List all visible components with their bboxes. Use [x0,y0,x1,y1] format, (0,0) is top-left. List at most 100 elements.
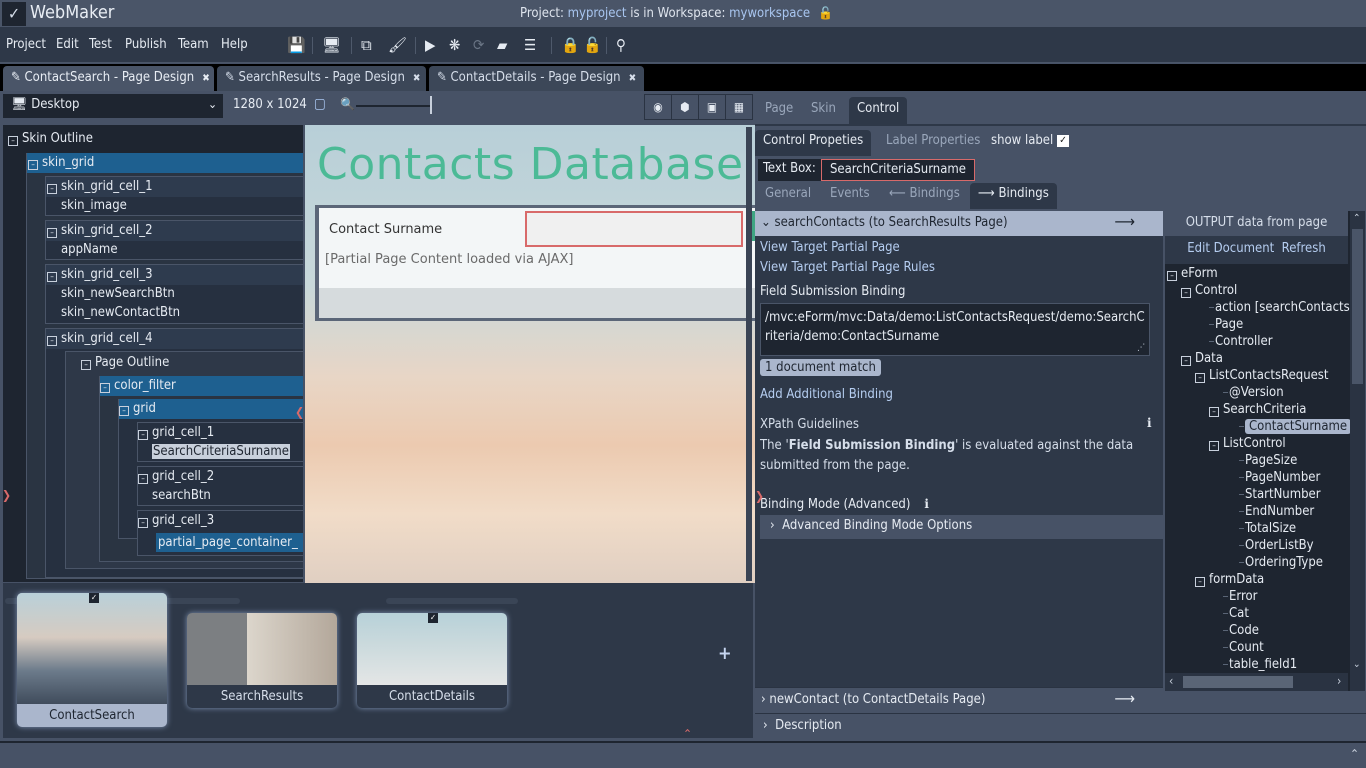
collapse-icon[interactable]: – [1181,356,1191,366]
outline-root[interactable]: – Skin Outline [8,131,93,146]
collapse-icon[interactable]: – [100,383,110,393]
contact-surname-label[interactable]: Contact Surname [329,222,442,237]
server-icon[interactable]: ☰ [524,36,536,54]
edit-document-button[interactable]: Edit Document [1187,241,1274,256]
grid-label[interactable]: – grid [119,401,156,416]
show-label-checkbox[interactable]: ✓ [1057,135,1069,147]
bug-icon[interactable]: ❋ [449,36,460,54]
collapse-icon[interactable]: – [47,272,57,282]
canvas-app-title[interactable]: Contacts Database [317,139,744,190]
tree-node-pagesize[interactable]: PageSize [1239,453,1297,468]
tab-searchresults[interactable]: ✎ SearchResults - Page Design ✖ [217,66,426,91]
info-icon[interactable]: i [1147,416,1152,430]
tree-node-formdata[interactable]: – formData [1195,572,1264,587]
tree-node-startnumber[interactable]: StartNumber [1239,487,1321,502]
outline-node-skin-image[interactable]: skin_image [61,198,127,213]
add-additional-binding-link[interactable]: Add Additional Binding [760,387,893,402]
scroll-down-icon[interactable]: ⌄ [1353,659,1361,670]
scroll-up-icon[interactable]: ⌃ [1353,213,1361,224]
lightbulb-icon[interactable]: ⚲ [616,36,626,54]
collapse-icon[interactable]: – [47,336,57,346]
close-icon[interactable]: ✖ [629,73,637,84]
collapse-icon[interactable]: – [1209,441,1219,451]
tree-node-control[interactable]: – Control [1181,283,1237,298]
partial-page-placeholder[interactable]: [Partial Page Content loaded via AJAX] [325,252,573,267]
tab-skin[interactable]: Skin [803,97,844,124]
collapse-icon[interactable]: – [28,160,38,170]
collapse-icon[interactable]: – [47,184,57,194]
collapse-panel-chevron-icon[interactable]: ❮ [295,405,303,419]
contact-surname-input[interactable] [525,211,743,247]
menu-edit[interactable]: Edit [56,37,79,52]
lock-icon[interactable]: 🔒 [561,36,580,54]
windows-icon[interactable]: ⧉ [361,36,372,54]
collapse-icon[interactable]: – [119,406,129,416]
outline-node-newcontactbtn[interactable]: skin_newContactBtn [61,305,180,320]
plus-icon[interactable]: + [718,643,732,664]
tab-input-bindings[interactable]: ⟵ Bindings [881,183,968,209]
tab-page[interactable]: Page [757,97,801,124]
collapse-icon[interactable]: – [1167,271,1177,281]
collapse-icon[interactable]: – [138,430,148,440]
zoom-slider[interactable] [356,105,430,107]
collapse-icon[interactable]: – [8,136,18,146]
refresh-button[interactable]: Refresh [1282,241,1326,256]
tree-node-version[interactable]: @Version [1223,385,1284,400]
tree-node-page[interactable]: Page [1209,317,1243,332]
collapse-icon[interactable]: – [1195,577,1205,587]
tree-node-data[interactable]: – Data [1181,351,1223,366]
tab-control[interactable]: Control [849,97,908,124]
output-vertical-scroll-thumb[interactable] [1352,229,1363,384]
tab-output-bindings[interactable]: ⟶ Bindings [970,183,1057,209]
expand-chevron-icon[interactable]: ❯ [755,489,764,503]
grid-cell-3[interactable]: – grid_cell_3 [138,513,214,528]
play-icon[interactable]: ▶ [425,36,435,54]
menu-test[interactable]: Test [89,37,112,52]
outline-node-appname[interactable]: appName [61,242,118,257]
menu-team[interactable]: Team [178,37,209,52]
tab-contactdetails[interactable]: ✎ ContactDetails - Page Design ✖ [429,66,644,91]
document-match-badge[interactable]: 1 document match [760,359,881,376]
collapse-icon[interactable]: – [1181,288,1191,298]
project-name[interactable]: myproject [568,6,627,21]
tree-node-error[interactable]: Error [1223,589,1257,604]
design-canvas[interactable]: Contacts Database Contact Surname [Parti… [305,125,755,583]
page-thumb-contactdetails[interactable]: ContactDetails [357,613,507,708]
grid-cell-1[interactable]: – grid_cell_1 [138,425,214,440]
save-icon[interactable]: 💾 [287,36,306,54]
monitor-icon[interactable]: 🖥 [322,36,341,54]
outline-node-searchbtn[interactable]: searchBtn [152,488,211,503]
brush-icon[interactable]: 🖌 [388,36,407,54]
xpath-binding-textarea[interactable]: /mvc:eForm/mvc:Data/demo:ListContactsReq… [760,303,1150,356]
color-filter-label[interactable]: – color_filter [100,378,176,393]
tree-node-endnumber[interactable]: EndNumber [1239,504,1314,519]
skin-grid-cell-1[interactable]: – skin_grid_cell_1 [47,179,153,194]
skin-grid-cell-3[interactable]: – skin_grid_cell_3 [47,267,153,282]
scroll-left-icon[interactable]: ‹ [1169,674,1173,688]
checkmark-icon[interactable]: ✓ [428,613,438,623]
eye-icon[interactable]: ◉ [645,95,672,119]
frame-size-icon[interactable]: ▢ [314,96,326,112]
arrow-right-icon[interactable]: ⟶ [1114,689,1135,708]
tree-node-listcontrol[interactable]: – ListControl [1209,436,1286,451]
tree-node-count[interactable]: Count [1223,640,1264,655]
collapse-icon[interactable]: – [138,474,148,484]
grid-icon[interactable]: ▦ [726,95,752,119]
tree-node-controller[interactable]: Controller [1209,334,1273,349]
close-icon[interactable]: ✖ [202,73,210,84]
search-contacts-accordion[interactable]: ⌄ searchContacts (to SearchResults Page)… [755,211,1163,236]
frame-icon[interactable]: ▣ [699,95,726,119]
tree-node-pagenumber[interactable]: PageNumber [1239,470,1320,485]
grid-cell-2[interactable]: – grid_cell_2 [138,469,214,484]
tree-node-contactsurname[interactable]: ContactSurname [1239,419,1352,434]
refresh-icon[interactable]: ⟳ [473,36,484,54]
expand-thumbs-chevron-icon[interactable]: ⌃ [683,727,692,741]
arrow-right-icon[interactable]: ⟶ [1114,212,1135,231]
page-outline-node[interactable]: – Page Outline [81,355,169,370]
tab-label-properties[interactable]: Label Properties [878,130,988,156]
collapse-icon[interactable]: – [1209,407,1219,417]
tree-node-orderingtype[interactable]: OrderingType [1239,555,1323,570]
tree-node-action[interactable]: action [searchContacts] [1209,300,1354,315]
info-icon[interactable]: i [924,497,929,511]
tree-node-orderlistby[interactable]: OrderListBy [1239,538,1314,553]
